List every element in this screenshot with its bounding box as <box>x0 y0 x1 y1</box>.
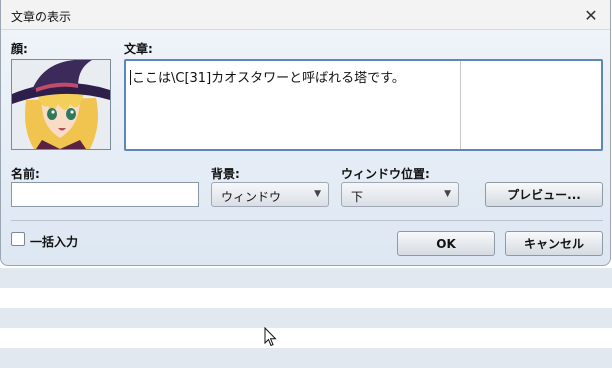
chevron-down-icon: ▼ <box>444 189 451 199</box>
face-label: 顔: <box>11 42 28 56</box>
window-position-selected: 下 <box>351 190 364 204</box>
background-select[interactable]: ウィンドウ ▼ <box>211 182 329 207</box>
message-text-wrapper: ここは\C[31]カオスタワーと呼ばれる塔です。 <box>130 67 405 86</box>
ok-button[interactable]: OK <box>397 231 495 256</box>
batch-input-label: 一括入力 <box>30 235 79 249</box>
text-label: 文章: <box>124 42 153 56</box>
background-stripe <box>0 268 612 288</box>
preview-button[interactable]: プレビュー... <box>485 182 603 207</box>
window-position-select[interactable]: 下 ▼ <box>341 182 459 207</box>
mouse-pointer-icon <box>264 326 277 350</box>
background-stripe <box>0 348 612 368</box>
message-text-area[interactable]: ここは\C[31]カオスタワーと呼ばれる塔です。 <box>124 59 603 151</box>
divider <box>11 220 603 221</box>
face-graphic[interactable] <box>11 59 111 150</box>
window-position-label: ウィンドウ位置: <box>341 167 430 181</box>
background-stripe <box>0 308 612 328</box>
title-bar: 文章の表示 ✕ <box>1 0 610 30</box>
line-width-guide <box>460 61 461 149</box>
show-text-dialog: 文章の表示 ✕ 顔: 文章: ここは\C[31]カオスタワーと呼ばれる塔です。 … <box>0 0 611 266</box>
name-label: 名前: <box>11 167 40 181</box>
chevron-down-icon: ▼ <box>314 189 321 199</box>
background-label: 背景: <box>211 167 240 181</box>
text-caret <box>130 70 131 85</box>
cancel-button[interactable]: キャンセル <box>505 231 603 256</box>
message-text: ここは\C[31]カオスタワーと呼ばれる塔です。 <box>132 71 405 86</box>
name-input[interactable] <box>11 182 199 207</box>
batch-input-checkbox[interactable] <box>11 232 25 246</box>
character-portrait <box>12 60 110 149</box>
close-icon[interactable]: ✕ <box>570 0 610 30</box>
background-selected: ウィンドウ <box>221 190 282 204</box>
window-title: 文章の表示 <box>11 10 72 24</box>
